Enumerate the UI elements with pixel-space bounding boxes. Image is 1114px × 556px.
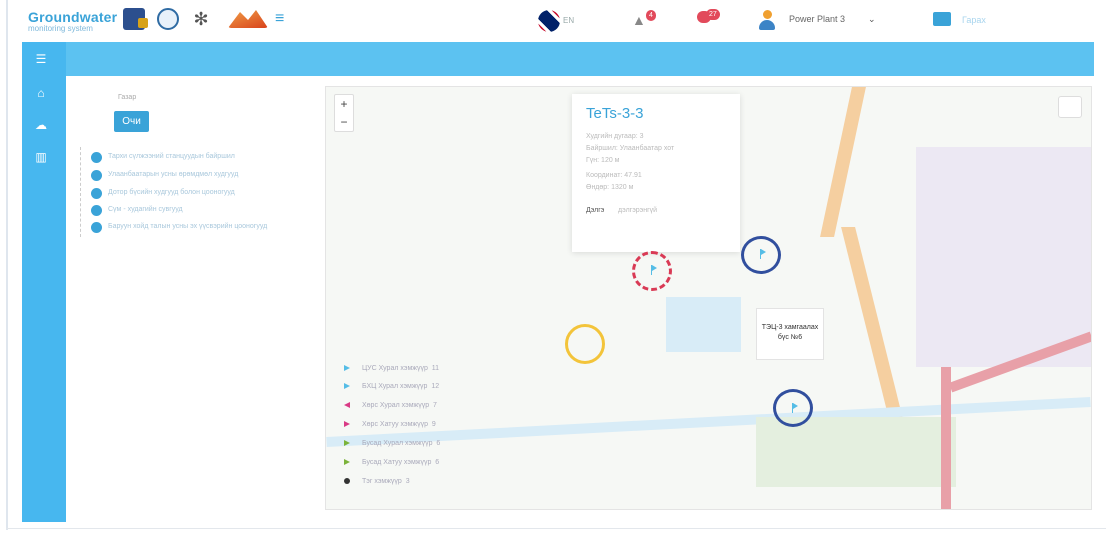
layer-tree: Тархи сүлжээний станцуудын байршил Улаан… xyxy=(80,147,326,237)
chevron-down-icon[interactable]: ⌄ xyxy=(868,14,876,25)
user-icon[interactable] xyxy=(759,10,775,30)
well-pin-icon[interactable] xyxy=(648,265,657,275)
sidebar: ☰ ⌂ ☁ ▥ xyxy=(22,42,66,522)
legend-label: Хөрс Хатуу хэмжүүр 9 xyxy=(362,421,436,428)
map-road xyxy=(841,227,905,427)
well-pin-icon[interactable] xyxy=(757,249,766,259)
flag-icon xyxy=(344,459,350,465)
legend-label: БХЦ Хурал хэмжүүр 12 xyxy=(362,383,440,390)
tree-item[interactable]: Дотор бүсийн худгууд болон цооногууд xyxy=(91,187,331,203)
layers-icon[interactable] xyxy=(1058,96,1082,118)
panel-label: Газар xyxy=(118,94,137,101)
flag-icon xyxy=(344,402,350,408)
popup-more-label: Дэлгэ xyxy=(586,207,605,214)
cloud-icon[interactable]: ☁ xyxy=(32,118,50,132)
top-bar xyxy=(66,42,1094,76)
flag-icon xyxy=(344,421,350,427)
menu-icon[interactable]: ☰ xyxy=(32,52,50,66)
station-label: ТЭЦ-3 хамгаалах бүс №6 xyxy=(761,324,819,341)
flag-icon xyxy=(344,440,350,446)
popup-line: Өндөр: 1320 м xyxy=(586,184,634,191)
legend-label: Бусад Хатуу хэмжүүр 6 xyxy=(362,459,440,466)
brand-subtitle: monitoring system xyxy=(28,24,93,33)
globe-logo xyxy=(157,8,179,30)
globe-icon xyxy=(91,205,102,216)
map-road xyxy=(820,87,866,237)
legend-item: БХЦ Хурал хэмжүүр 12 xyxy=(340,380,470,396)
popup-line: Худгийн дугаар: 3 xyxy=(586,133,644,140)
brand-title: Groundwater xyxy=(28,9,118,25)
logout-icon[interactable] xyxy=(933,12,951,26)
globe-icon xyxy=(91,188,102,199)
home-icon[interactable]: ⌂ xyxy=(32,86,50,100)
frame-left-border xyxy=(6,0,8,530)
tree-item-label: Сүм - худагийн сувгууд xyxy=(108,206,183,213)
legend-label: Бусад Хурал хэмжүүр 6 xyxy=(362,440,441,447)
logout-link[interactable]: Гарах xyxy=(962,15,986,25)
tree-item[interactable]: Сүм - худагийн сувгууд xyxy=(91,204,331,220)
map-park xyxy=(756,417,956,487)
zoom-in-button[interactable]: + xyxy=(335,95,353,113)
popup-line: Байршил: Улаанбаатар хот xyxy=(586,145,675,152)
legend-item: Бусад Хатуу хэмжүүр 6 xyxy=(340,456,470,472)
institute-logo-mark xyxy=(138,18,148,28)
messages-badge: 27 xyxy=(706,9,720,20)
map-highway xyxy=(941,367,951,509)
dot-icon xyxy=(344,478,350,484)
legend-label: Хөрс Хурал хэмжүүр 7 xyxy=(362,402,437,409)
map-water xyxy=(666,297,741,352)
bell-icon[interactable]: ▲ xyxy=(632,12,646,28)
legend-item: Тэг хэмжүүр 3 xyxy=(340,475,470,491)
tree-item-label: Улаанбаатарын усны өрөмдмөл худгууд xyxy=(108,171,239,178)
flag-icon xyxy=(344,365,350,371)
chart-icon[interactable]: ▥ xyxy=(32,150,50,164)
globe-icon xyxy=(91,152,102,163)
legend-item: Хөрс Хатуу хэмжүүр 9 xyxy=(340,418,470,434)
popup-more-link[interactable]: дэлгэрэнгүй xyxy=(618,207,657,214)
show-button[interactable]: Очи xyxy=(114,111,149,132)
popup-line: Координат: 47.91 xyxy=(586,172,642,179)
globe-icon xyxy=(91,222,102,233)
well-pin-icon[interactable] xyxy=(789,403,798,413)
legend-label: Тэг хэмжүүр 3 xyxy=(362,478,410,485)
tree-item[interactable]: Тархи сүлжээний станцуудын байршил xyxy=(91,151,331,167)
station-label-box: ТЭЦ-3 хамгаалах бүс №6 xyxy=(756,308,824,360)
zoom-out-button[interactable]: − xyxy=(335,113,353,131)
frame-bottom-border xyxy=(6,528,1106,529)
tree-item-label: Баруун хойд талын усны эх үүсвэрийн цоон… xyxy=(108,223,268,230)
legend-item: Бусад Хурал хэмжүүр 6 xyxy=(340,437,470,453)
legend-item: Хөрс Хурал хэмжүүр 7 xyxy=(340,399,470,415)
user-name[interactable]: Power Plant 3 xyxy=(789,14,845,24)
notifications-badge: 4 xyxy=(646,10,656,21)
emblem-logo: ✻ xyxy=(193,9,209,29)
legend-item: ЦУС Хурал хэмжүүр 11 xyxy=(340,362,470,378)
flag-icon xyxy=(344,383,350,389)
globe-icon xyxy=(91,170,102,181)
zoom-control: + − xyxy=(334,94,354,132)
map-urban-area xyxy=(916,147,1091,367)
tree-item[interactable]: Баруун хойд талын усны эх үүсвэрийн цоон… xyxy=(91,221,331,237)
popup-title: TeTs-3-3 xyxy=(586,105,644,122)
wifi-logo: ≡ xyxy=(275,10,285,27)
legend-label: ЦУС Хурал хэмжүүр 11 xyxy=(362,365,440,372)
brand[interactable]: Groundwater monitoring system xyxy=(28,10,117,33)
uk-flag-icon[interactable] xyxy=(538,10,560,32)
tree-item-label: Дотор бүсийн худгууд болон цооногууд xyxy=(108,189,235,196)
map-popup: TeTs-3-3 Худгийн дугаар: 3 Байршил: Улаа… xyxy=(572,94,740,252)
language-code[interactable]: EN xyxy=(563,16,574,25)
tree-item[interactable]: Улаанбаатарын усны өрөмдмөл худгууд xyxy=(91,169,331,185)
well-marker-highlight-yellow[interactable] xyxy=(565,324,605,364)
popup-line: Гүн: 120 м xyxy=(586,157,620,164)
tree-item-label: Тархи сүлжээний станцуудын байршил xyxy=(108,153,235,160)
map-legend: ЦУС Хурал хэмжүүр 11 БХЦ Хурал хэмжүүр 1… xyxy=(340,362,470,492)
